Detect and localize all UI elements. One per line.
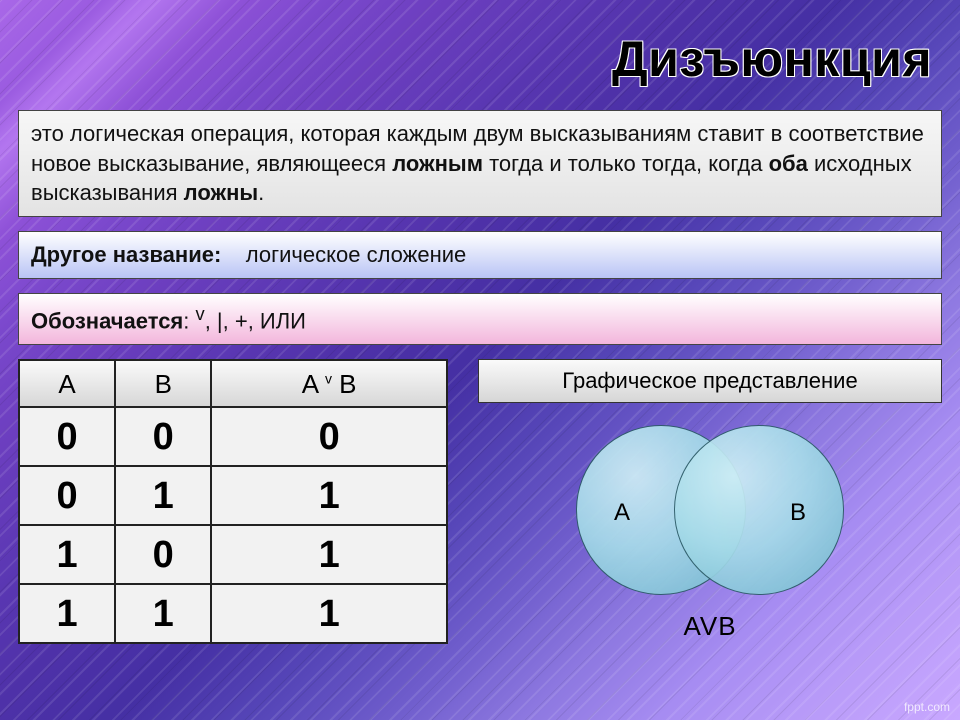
notation-value: , |, +, ИЛИ [205, 308, 306, 333]
cell-r: 0 [211, 407, 447, 466]
truth-table: A B A v B 0 0 0 0 1 1 [18, 359, 448, 644]
table-row: 0 0 0 [19, 407, 447, 466]
altname-label: Другое название: [31, 242, 221, 267]
altname-value: логическое сложение [246, 242, 466, 267]
notation-label: Обозначается [31, 308, 183, 333]
venn-caption: AVB [683, 611, 736, 642]
altname-panel: Другое название: логическое сложение [18, 231, 942, 279]
th-ab-sup: v [325, 370, 332, 386]
cell-a: 0 [19, 407, 115, 466]
th-ab: A v B [211, 360, 447, 407]
th-ab-post: B [332, 369, 357, 399]
table-row: 0 1 1 [19, 466, 447, 525]
watermark: fppt.com [904, 700, 950, 714]
cell-a: 1 [19, 525, 115, 584]
venn-label-b: B [790, 499, 806, 527]
venn-label-a: A [614, 499, 630, 527]
definition-post: . [258, 180, 264, 205]
cell-b: 1 [115, 466, 211, 525]
definition-bold1: ложным [392, 151, 483, 176]
graphic-heading: Графическое представление [478, 359, 942, 403]
th-a: A [19, 360, 115, 407]
definition-bold2: оба [769, 151, 808, 176]
cell-a: 0 [19, 466, 115, 525]
definition-bold3: ложны [184, 180, 259, 205]
notation-sup: v [196, 303, 205, 324]
th-ab-pre: A [302, 369, 325, 399]
cell-r: 1 [211, 525, 447, 584]
table-row: 1 0 1 [19, 525, 447, 584]
cell-b: 0 [115, 407, 211, 466]
cell-a: 1 [19, 584, 115, 643]
definition-panel: это логическая операция, которая каждым … [18, 110, 942, 217]
cell-b: 0 [115, 525, 211, 584]
definition-mid: тогда и только тогда, когда [483, 151, 769, 176]
venn-diagram: A B [570, 421, 850, 601]
notation-panel: Обозначается: v, |, +, ИЛИ [18, 293, 942, 345]
venn-circle-b [674, 425, 844, 595]
table-row: 1 1 1 [19, 584, 447, 643]
cell-b: 1 [115, 584, 211, 643]
cell-r: 1 [211, 584, 447, 643]
cell-r: 1 [211, 466, 447, 525]
slide-title: Дизъюнкция [18, 30, 932, 88]
th-b: B [115, 360, 211, 407]
